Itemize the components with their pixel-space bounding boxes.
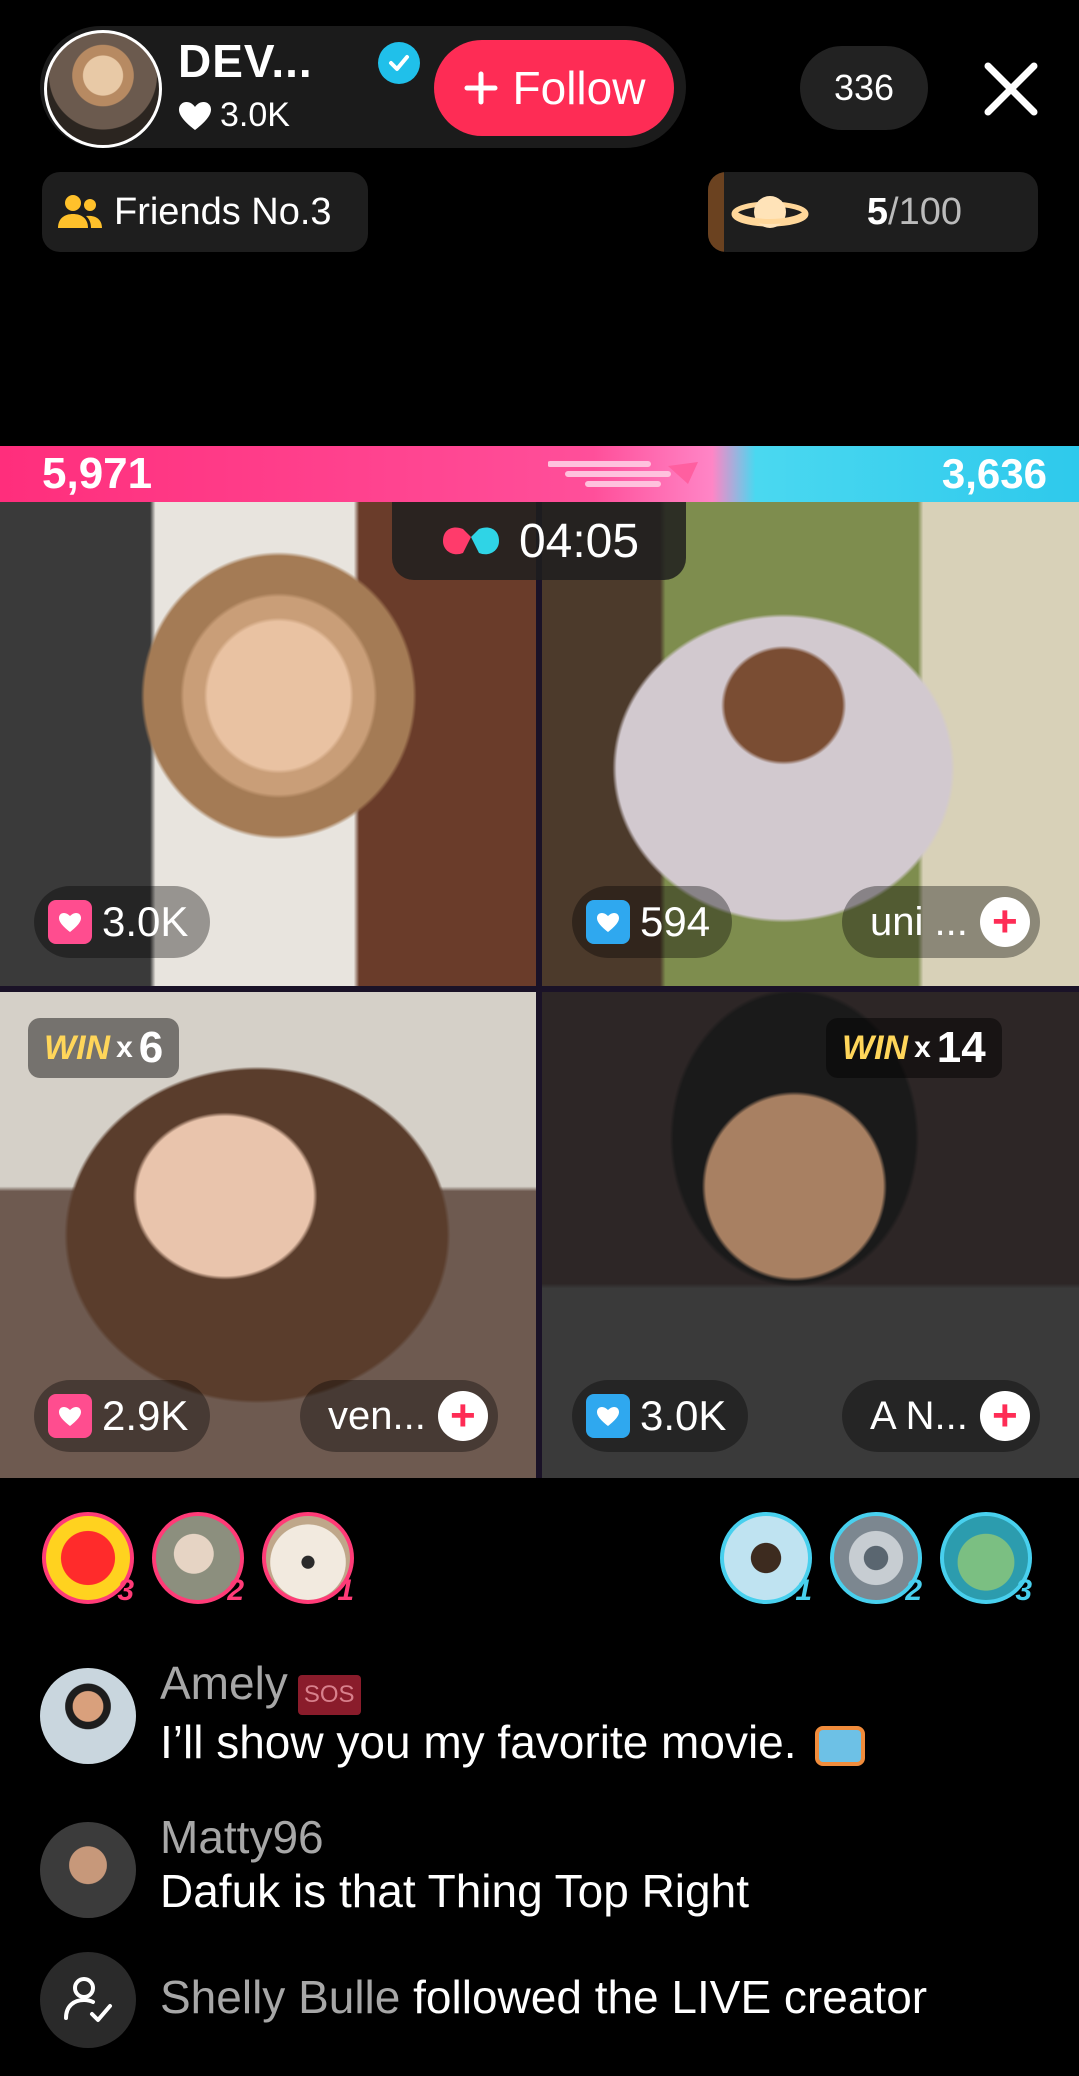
chat-text: followed the LIVE creator xyxy=(413,1971,928,2023)
speed-streaks-icon xyxy=(548,461,698,487)
win-label: WIN xyxy=(842,1028,909,1067)
follow-plus-icon[interactable]: + xyxy=(437,1391,488,1441)
top-gifter-avatar[interactable]: 3 xyxy=(940,1512,1032,1607)
win-streak-badge: WIN x 14 xyxy=(826,1018,1002,1078)
guest-name: uni ... xyxy=(870,899,968,944)
friends-label: Friends No.3 xyxy=(114,190,332,233)
host-name[interactable]: DEV... xyxy=(178,34,313,88)
host-likes-count: 3.0K xyxy=(220,96,290,134)
gifter-rank: 3 xyxy=(1015,1574,1032,1607)
win-label: WIN xyxy=(44,1028,111,1067)
progress-current: 5 xyxy=(866,190,889,233)
score-left: 5,971 xyxy=(42,449,153,498)
gift-count: 594 xyxy=(640,898,711,945)
gifter-rank: 2 xyxy=(227,1574,244,1607)
gift-icon xyxy=(48,900,92,944)
gift-count: 3.0K xyxy=(102,898,189,945)
follow-label: Follow xyxy=(512,62,646,114)
score-right: 3,636 xyxy=(941,450,1047,497)
guest-name-chip[interactable]: A N... + xyxy=(842,1380,1040,1452)
friends-ranking-pill[interactable]: Friends No.3 xyxy=(42,172,368,252)
chat-avatar[interactable] xyxy=(40,1668,136,1764)
win-multiplier-sign: x xyxy=(116,1031,133,1064)
chat-username[interactable]: Amely xyxy=(160,1657,288,1709)
win-count: 14 xyxy=(936,1023,986,1072)
grid-divider-horizontal xyxy=(0,986,1079,992)
guest-name: ven... xyxy=(328,1393,426,1438)
gifter-rank: 3 xyxy=(117,1574,134,1607)
plus-icon xyxy=(464,71,498,105)
boxing-gloves-icon xyxy=(442,527,499,555)
gifter-rank: 2 xyxy=(905,1574,922,1607)
battle-score-bar xyxy=(0,446,1079,502)
chat-text: I’ll show you my favorite movie. xyxy=(160,1715,797,1768)
heart-icon xyxy=(179,101,211,130)
guest-name: A N... xyxy=(870,1393,968,1438)
gift-icon xyxy=(586,900,630,944)
chat-text: Dafuk is that Thing Top Right xyxy=(160,1865,749,1917)
host-avatar[interactable] xyxy=(44,30,162,148)
verified-icon xyxy=(378,42,420,84)
follow-plus-icon[interactable]: + xyxy=(979,1391,1030,1441)
top-gifter-avatar[interactable]: 3 xyxy=(42,1512,134,1607)
sos-badge: SOS xyxy=(297,1674,361,1715)
follow-button[interactable]: Follow xyxy=(434,40,674,136)
follow-event-message: Shelly Bulle followed the LIVE creator xyxy=(160,1970,927,2024)
host-likes: 3.0K xyxy=(178,96,290,135)
top-gifter-avatar[interactable]: 1 xyxy=(262,1512,354,1607)
close-icon[interactable] xyxy=(980,58,1042,120)
gift-count-chip[interactable]: 3.0K xyxy=(34,886,211,958)
planet-icon xyxy=(731,196,809,228)
win-multiplier-sign: x xyxy=(914,1031,931,1064)
gift-count: 2.9K xyxy=(102,1392,189,1439)
top-gifter-avatar[interactable]: 1 xyxy=(720,1512,812,1607)
chat-username[interactable]: Matty96 xyxy=(160,1810,749,1864)
viewer-count[interactable]: 336 xyxy=(800,46,928,130)
chat-avatar[interactable] xyxy=(40,1822,136,1918)
top-gifter-avatar[interactable]: 2 xyxy=(830,1512,922,1607)
follow-event-icon xyxy=(40,1952,136,2048)
gift-count: 3.0K xyxy=(640,1392,727,1439)
progress-total: /100 xyxy=(888,190,962,233)
progress-count: 5/100 xyxy=(867,191,962,234)
battle-timer: 04:05 xyxy=(392,502,686,580)
gift-icon xyxy=(48,1394,92,1438)
gifter-rank: 1 xyxy=(337,1574,354,1607)
win-count: 6 xyxy=(138,1023,164,1072)
chat-message: Amely SOS I’ll show you my favorite movie… xyxy=(160,1656,866,1769)
tv-emoji-icon xyxy=(815,1725,866,1766)
chat-username[interactable]: Shelly Bulle xyxy=(160,1971,400,2023)
win-streak-badge: WIN x 6 xyxy=(28,1018,180,1078)
top-gifter-avatar[interactable]: 2 xyxy=(152,1512,244,1607)
gift-count-chip[interactable]: 594 xyxy=(572,886,733,958)
gifter-rank: 1 xyxy=(795,1574,812,1607)
progress-tab xyxy=(708,172,724,252)
guest-name-chip[interactable]: uni ... + xyxy=(842,886,1040,958)
friends-icon xyxy=(58,195,102,228)
chat-message: Matty96 Dafuk is that Thing Top Right xyxy=(160,1810,749,1918)
planet-progress-pill[interactable]: 5/100 xyxy=(708,172,1038,252)
gift-count-chip[interactable]: 2.9K xyxy=(34,1380,211,1452)
follow-plus-icon[interactable]: + xyxy=(979,897,1030,947)
gift-icon xyxy=(586,1394,630,1438)
guest-name-chip[interactable]: ven... + xyxy=(300,1380,498,1452)
gift-count-chip[interactable]: 3.0K xyxy=(572,1380,749,1452)
timer-text: 04:05 xyxy=(518,514,640,568)
